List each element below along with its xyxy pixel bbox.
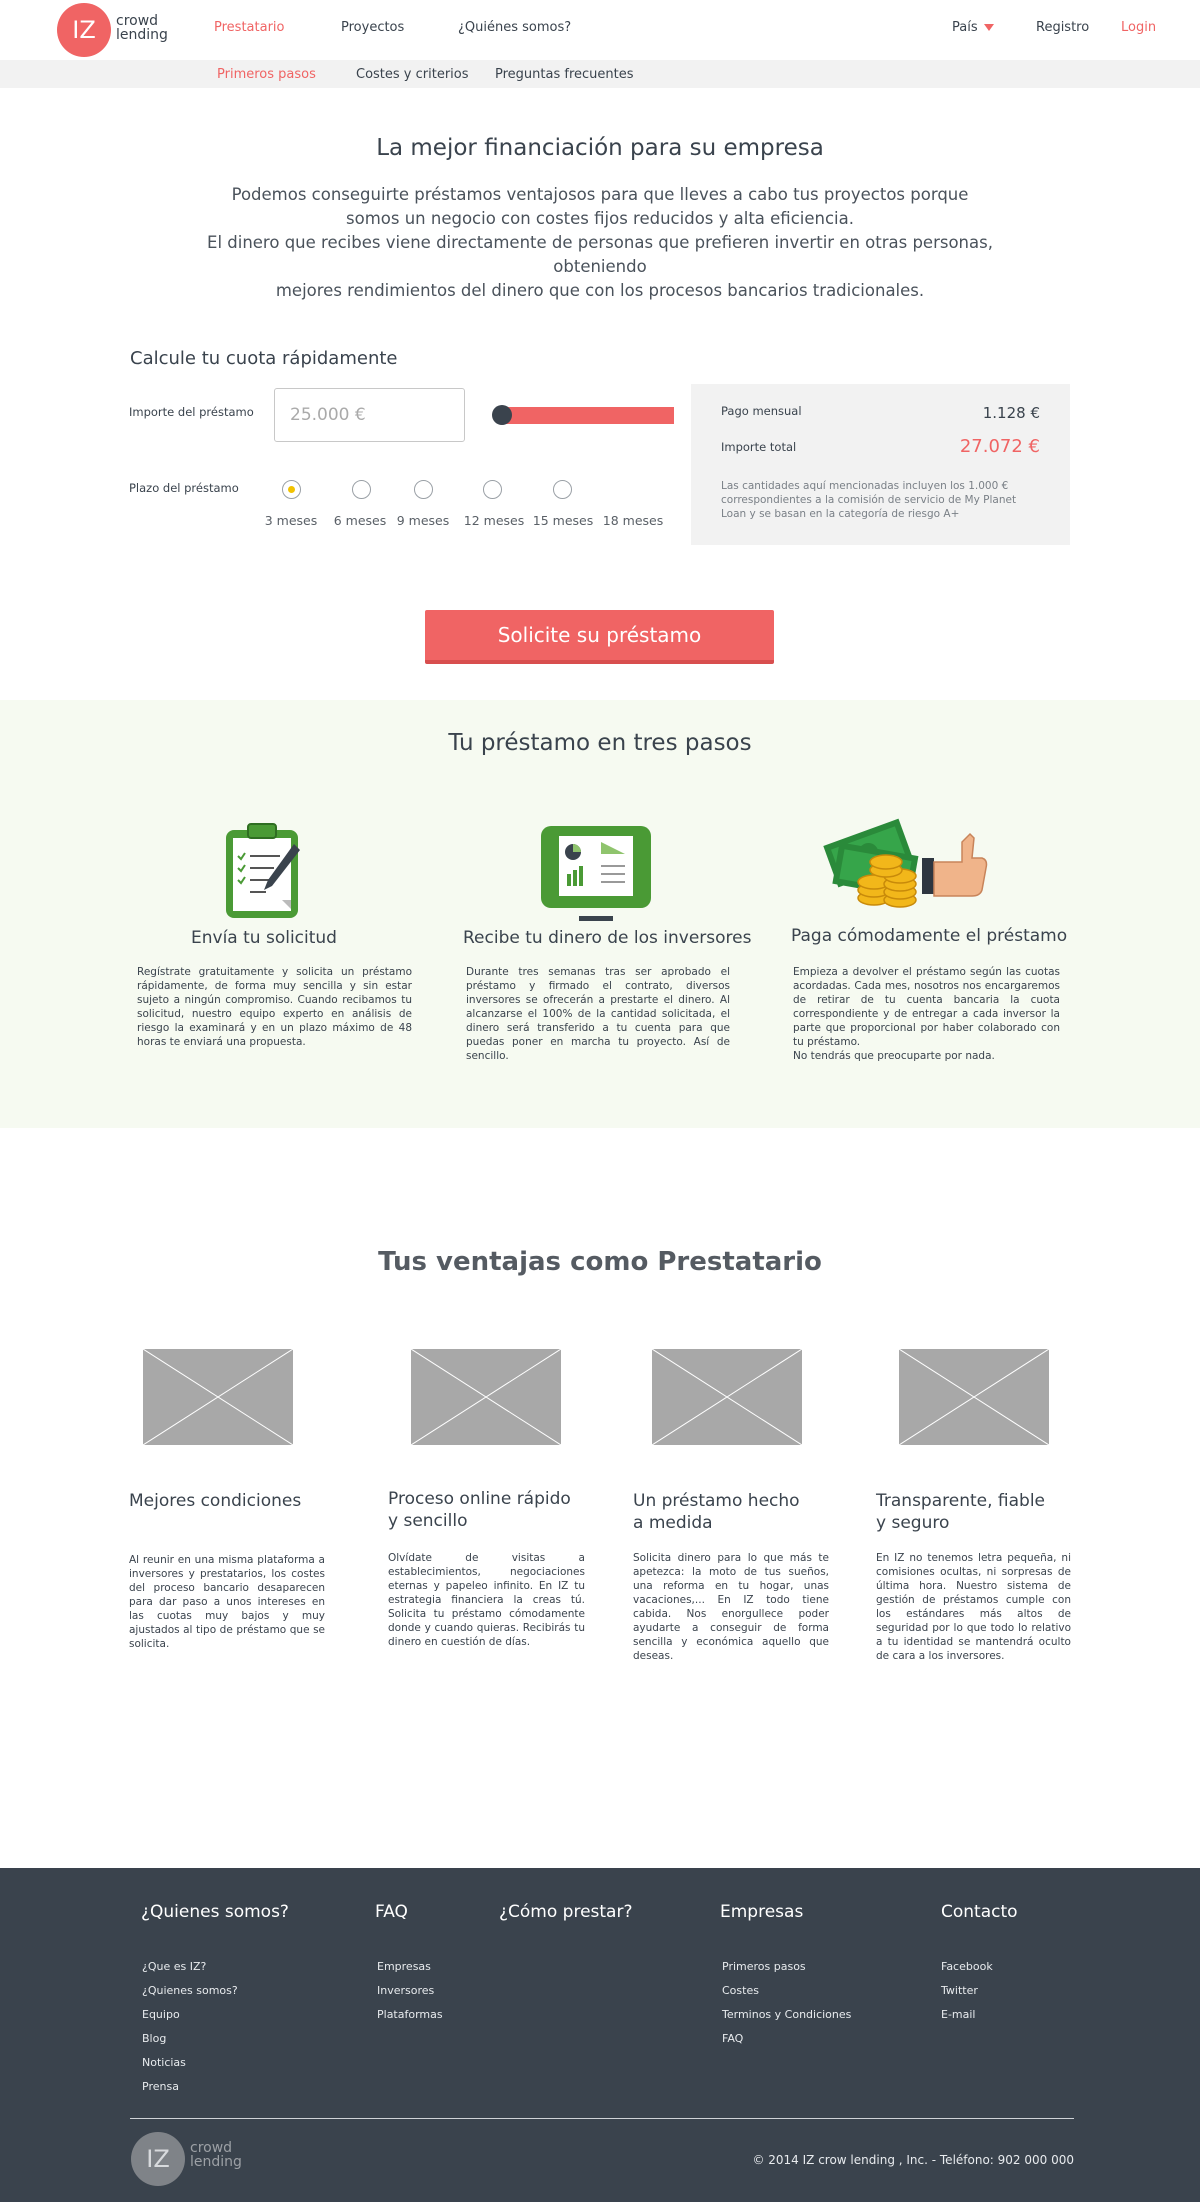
country-dropdown[interactable]: País bbox=[952, 20, 994, 35]
advantage-title: Mejores condiciones bbox=[129, 1491, 302, 1511]
sub-navbar: Primeros pasos Costes y criterios Pregun… bbox=[0, 60, 1200, 88]
total-label: Importe total bbox=[721, 440, 797, 454]
caret-down-icon bbox=[983, 24, 994, 31]
hero-line: El dinero que recibes viene directamente… bbox=[207, 233, 993, 276]
page-title: La mejor financiación para su empresa bbox=[376, 135, 824, 161]
term-radio-15[interactable] bbox=[553, 480, 572, 499]
term-option-label: 9 meses bbox=[396, 513, 450, 528]
step-description: Empieza a devolver el préstamo según las… bbox=[793, 966, 1060, 1062]
footer-logo-word-2: lending bbox=[190, 2154, 242, 2170]
term-radio-9[interactable] bbox=[414, 480, 433, 499]
logo-word-2: lending bbox=[116, 27, 168, 43]
result-note: Las cantidades aquí mencionadas incluyen… bbox=[721, 480, 1017, 520]
footer-link[interactable]: Noticias bbox=[142, 2056, 186, 2069]
money-thumbs-up-icon bbox=[822, 812, 988, 914]
image-placeholder bbox=[651, 1348, 803, 1446]
register-link[interactable]: Registro bbox=[1036, 20, 1089, 35]
term-option-label: 12 meses bbox=[463, 513, 525, 528]
login-link[interactable]: Login bbox=[1121, 20, 1156, 35]
footer-heading: FAQ bbox=[375, 1902, 408, 1922]
total-value: 27.072 € bbox=[959, 436, 1040, 457]
step-title: Paga cómodamente el préstamo bbox=[791, 926, 1068, 946]
footer-heading: Contacto bbox=[941, 1902, 1018, 1922]
result-panel: Pago mensual 1.128 € Importe total 27.07… bbox=[691, 384, 1070, 545]
monitor-chart-icon bbox=[539, 824, 653, 926]
image-placeholder bbox=[898, 1348, 1050, 1446]
footer-heading: ¿Cómo prestar? bbox=[499, 1902, 633, 1922]
logo-wordmark: crowd lending bbox=[116, 14, 168, 42]
advantage-description: En IZ no tenemos letra pequeña, ni comis… bbox=[876, 1552, 1071, 1662]
logo[interactable]: IZ bbox=[57, 3, 111, 57]
monthly-label: Pago mensual bbox=[721, 404, 802, 418]
term-option-label: 15 meses bbox=[532, 513, 594, 528]
subnav-faq[interactable]: Preguntas frecuentes bbox=[495, 67, 634, 82]
footer-link[interactable]: Equipo bbox=[142, 2008, 180, 2021]
footer-logo-wordmark: crowd lending bbox=[190, 2141, 242, 2169]
footer-link[interactable]: Empresas bbox=[377, 1960, 431, 1973]
footer-link[interactable]: Costes bbox=[722, 1984, 759, 1997]
nav-prestatario[interactable]: Prestatario bbox=[214, 20, 284, 35]
steps-section: Tu préstamo en tres pasos Envía tu solic… bbox=[0, 700, 1200, 1128]
step-title: Envía tu solicitud bbox=[191, 928, 337, 948]
amount-label: Importe del préstamo bbox=[129, 405, 254, 419]
image-placeholder bbox=[410, 1348, 562, 1446]
calculator-title: Calcule tu cuota rápidamente bbox=[130, 348, 398, 369]
footer-link[interactable]: Inversores bbox=[377, 1984, 434, 1997]
hero-description: Podemos conseguirte préstamos ventajosos… bbox=[160, 183, 1040, 303]
advantage-description: Al reunir en una misma plataforma a inve… bbox=[129, 1554, 325, 1650]
monthly-value: 1.128 € bbox=[982, 404, 1040, 422]
footer-link[interactable]: Terminos y Condiciones bbox=[722, 2008, 851, 2021]
footer-heading: ¿Quienes somos? bbox=[141, 1902, 289, 1922]
country-label: País bbox=[952, 20, 978, 35]
advantage-title: Proceso online rápido y sencillo bbox=[388, 1489, 571, 1531]
amount-input[interactable] bbox=[274, 388, 465, 442]
footer: ¿Quienes somos? FAQ ¿Cómo prestar? Empre… bbox=[0, 1868, 1200, 2202]
copyright: © 2014 IZ crow lending , Inc. - Teléfono… bbox=[752, 2153, 1074, 2167]
advantage-description: Olvídate de visitas a establecimientos, … bbox=[388, 1552, 585, 1648]
footer-link[interactable]: FAQ bbox=[722, 2032, 743, 2045]
footer-link-twitter[interactable]: Twitter bbox=[941, 1984, 978, 1997]
steps-title: Tu préstamo en tres pasos bbox=[448, 730, 752, 756]
advantage-title: Un préstamo hecho a medida bbox=[633, 1491, 800, 1533]
footer-link[interactable]: ¿Quienes somos? bbox=[142, 1984, 238, 1997]
term-radio-12[interactable] bbox=[483, 480, 502, 499]
nav-proyectos[interactable]: Proyectos bbox=[341, 20, 404, 35]
step-title: Recibe tu dinero de los inversores bbox=[463, 928, 752, 948]
footer-logo[interactable]: IZ bbox=[131, 2132, 185, 2186]
term-radio-6[interactable] bbox=[352, 480, 371, 499]
advantages-title: Tus ventajas como Prestatario bbox=[378, 1247, 822, 1277]
step-description: Regístrate gratuitamente y solicita un p… bbox=[137, 966, 412, 1048]
logo-word-1: crowd bbox=[116, 13, 159, 29]
hero-line: mejores rendimientos del dinero que con … bbox=[275, 281, 925, 300]
footer-link-email[interactable]: E-mail bbox=[941, 2008, 976, 2021]
subnav-primeros-pasos[interactable]: Primeros pasos bbox=[217, 67, 316, 82]
advantage-description: Solicita dinero para lo que más te apete… bbox=[633, 1552, 829, 1662]
footer-link-facebook[interactable]: Facebook bbox=[941, 1960, 993, 1973]
amount-slider[interactable] bbox=[500, 407, 674, 424]
clipboard-icon bbox=[224, 822, 300, 924]
term-option-label: 3 meses bbox=[264, 513, 318, 528]
footer-link[interactable]: Prensa bbox=[142, 2080, 179, 2093]
request-loan-button[interactable]: Solicite su préstamo bbox=[425, 610, 774, 664]
term-option-label: 18 meses bbox=[602, 513, 664, 528]
footer-link[interactable]: ¿Que es IZ? bbox=[142, 1960, 206, 1973]
nav-quienes-somos[interactable]: ¿Quiénes somos? bbox=[458, 20, 571, 35]
footer-logo-word-1: crowd bbox=[190, 2140, 233, 2156]
hero-line: somos un negocio con costes fijos reduci… bbox=[346, 209, 854, 228]
subnav-costes[interactable]: Costes y criterios bbox=[356, 67, 469, 82]
footer-divider bbox=[130, 2118, 1074, 2119]
hero-line: Podemos conseguirte préstamos ventajosos… bbox=[231, 185, 969, 204]
term-label: Plazo del préstamo bbox=[129, 481, 239, 495]
footer-link[interactable]: Plataformas bbox=[377, 2008, 443, 2021]
footer-link[interactable]: Primeros pasos bbox=[722, 1960, 806, 1973]
advantage-title: Transparente, fiable y seguro bbox=[876, 1491, 1046, 1533]
term-radio-3[interactable] bbox=[282, 480, 301, 499]
amount-slider-handle[interactable] bbox=[492, 405, 512, 425]
footer-heading: Empresas bbox=[720, 1902, 804, 1922]
image-placeholder bbox=[142, 1348, 294, 1446]
step-description: Durante tres semanas tras ser aprobado e… bbox=[466, 966, 730, 1062]
top-navbar: IZ crowd lending Prestatario Proyectos ¿… bbox=[0, 0, 1200, 60]
footer-link[interactable]: Blog bbox=[142, 2032, 166, 2045]
